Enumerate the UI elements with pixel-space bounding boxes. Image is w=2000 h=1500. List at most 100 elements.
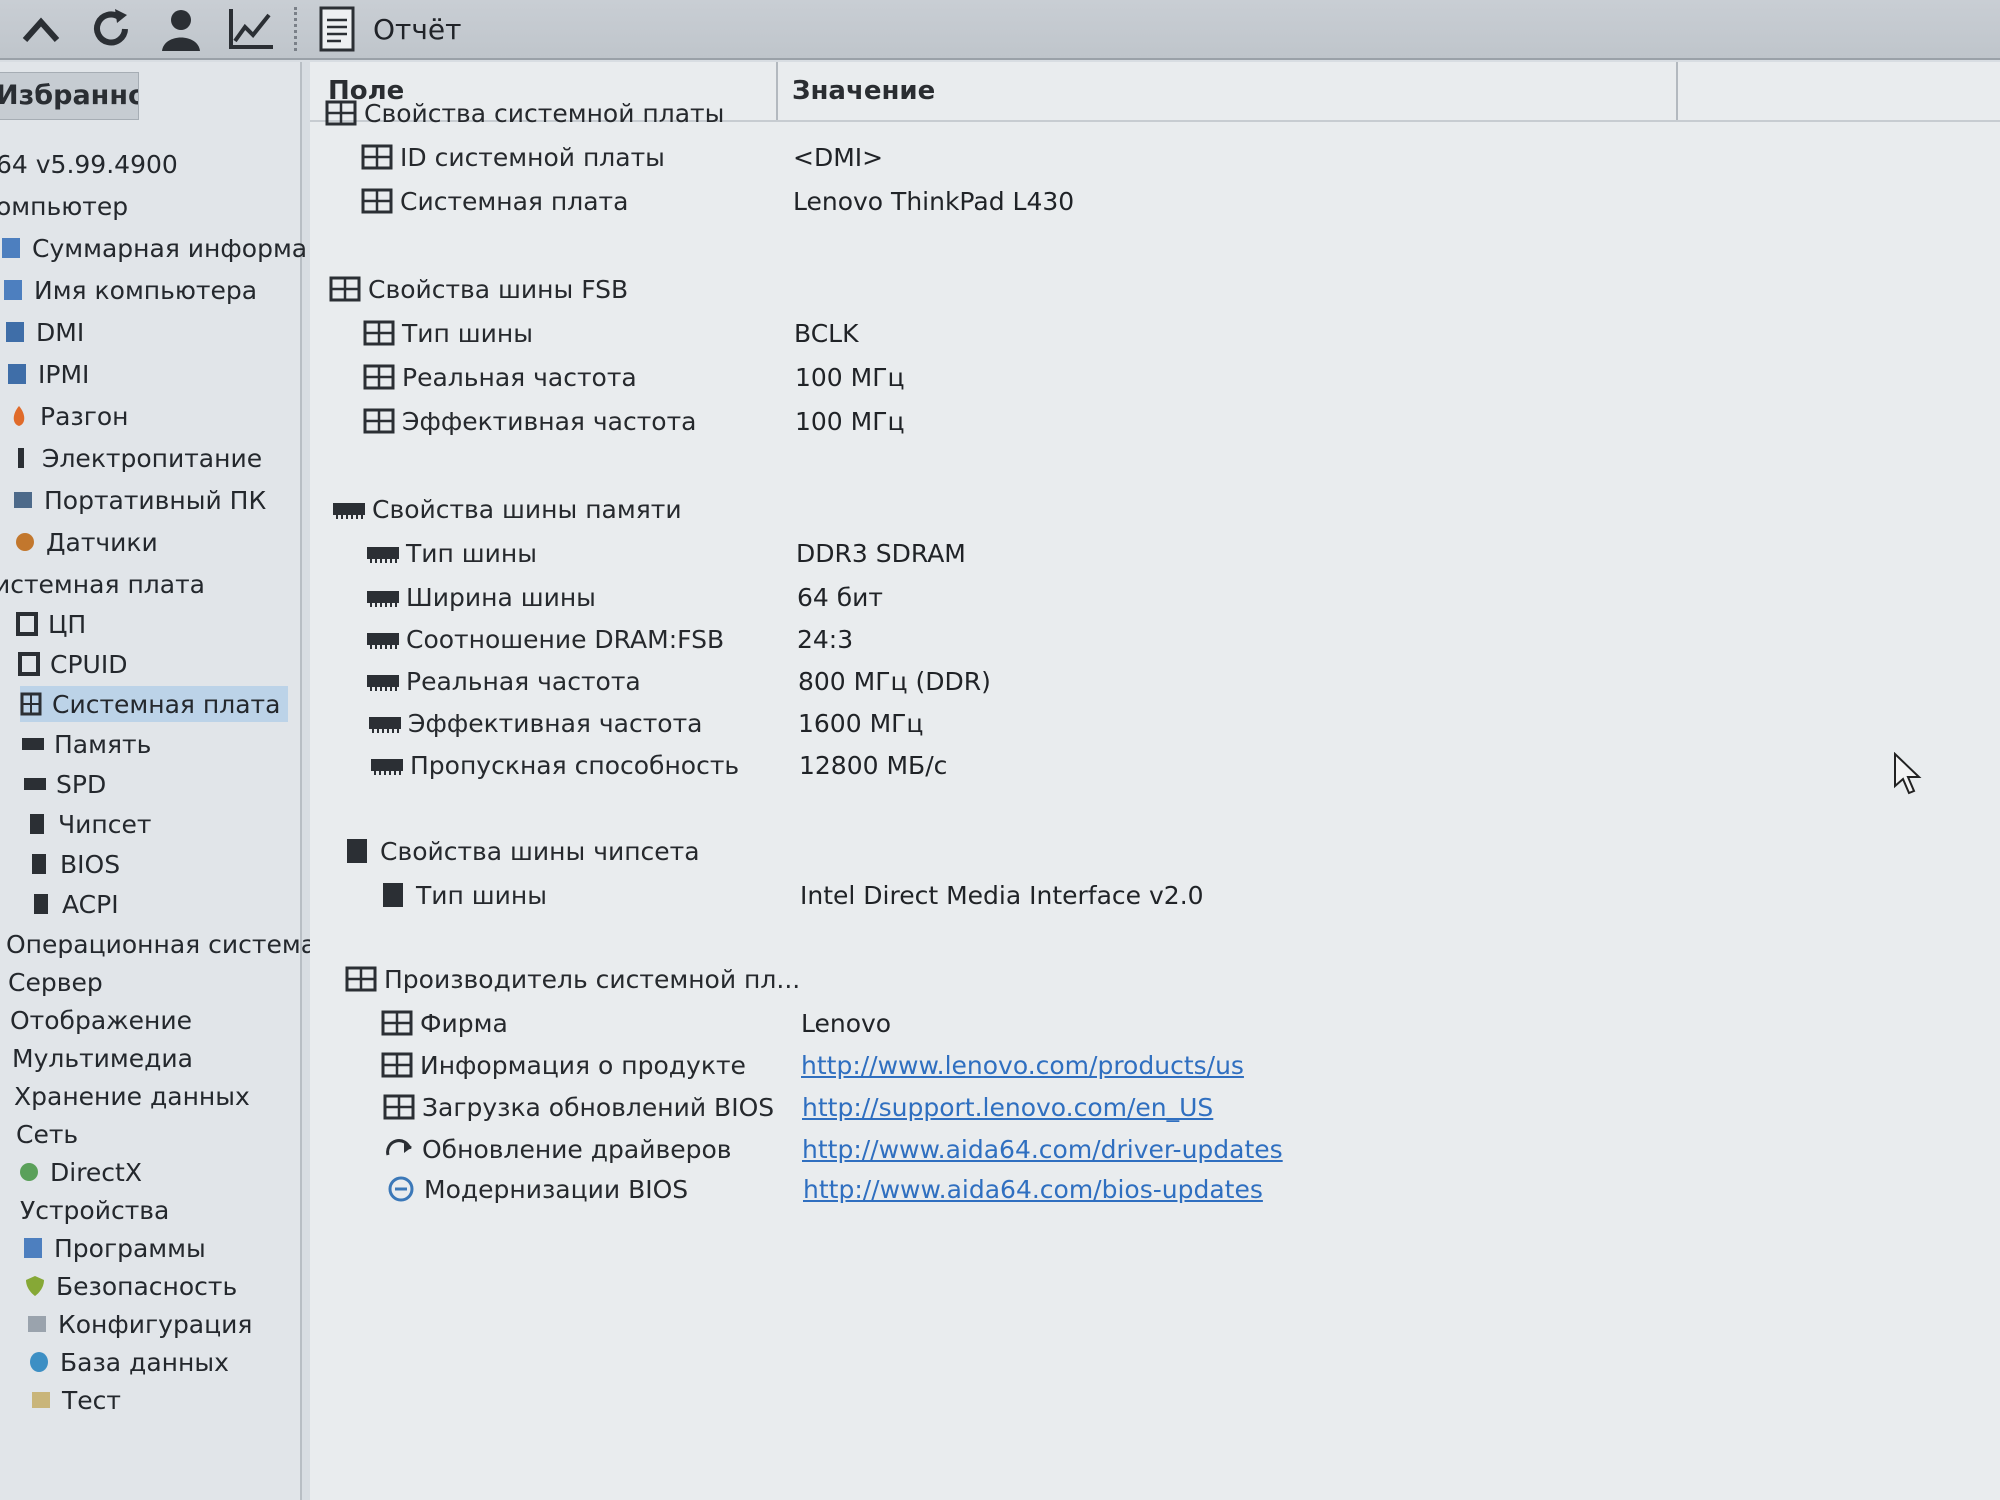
table-row[interactable]: Обновление драйверов	[382, 1130, 732, 1168]
sidebar-item[interactable]: Отображение	[10, 1002, 192, 1038]
value-link[interactable]: http://support.lenovo.com/en_US	[802, 1088, 1213, 1126]
table-row[interactable]: Реальная частота	[366, 662, 641, 700]
chart-icon	[229, 9, 273, 49]
memory-icon	[367, 633, 399, 649]
sidebar-item[interactable]: Сервер	[8, 964, 103, 1000]
table-row[interactable]: Эффективная частота	[368, 704, 702, 742]
sidebar-item-label: Память	[54, 729, 152, 759]
sidebar-item[interactable]: DirectX	[18, 1154, 142, 1190]
table-row[interactable]: ID системной платы	[360, 138, 665, 176]
up-button[interactable]	[12, 4, 70, 54]
sidebar-item[interactable]: омпьютер	[0, 188, 128, 224]
sidebar-item[interactable]: База данных	[28, 1344, 229, 1380]
report-label: Отчёт	[373, 12, 462, 46]
report-button[interactable]: Отчёт	[319, 6, 461, 52]
field-label: Свойства шины чипсета	[380, 836, 700, 866]
sidebar-item[interactable]: 64 v5.99.4900	[0, 146, 178, 182]
field-label: Пропускная способность	[410, 750, 740, 780]
sidebar-item[interactable]: Системная плата	[20, 686, 289, 722]
field-label: Соотношение DRAM:FSB	[406, 624, 725, 654]
table-row[interactable]: Эффективная частота	[362, 402, 696, 440]
table-group-row[interactable]: Производитель системной пл...	[344, 960, 800, 998]
sidebar-item[interactable]: Сеть	[16, 1116, 78, 1152]
sidebar-item-label: CPUID	[50, 649, 128, 679]
cpu-icon	[16, 612, 38, 636]
sidebar-item[interactable]: BIOS	[28, 846, 120, 882]
table-row[interactable]: Реальная частота	[362, 358, 637, 396]
sidebar-item[interactable]: Портативный ПК	[12, 482, 266, 518]
sidebar-item-label: Операционная система	[6, 929, 317, 959]
column-header-value[interactable]: Значение	[792, 62, 935, 120]
table-group-row[interactable]: Свойства системной платы	[324, 94, 724, 132]
chart-button[interactable]	[222, 4, 280, 54]
table-row[interactable]: Пропускная способность	[370, 746, 739, 784]
sidebar-item-label: База данных	[60, 1347, 229, 1377]
value-link[interactable]: http://www.aida64.com/driver-updates	[802, 1130, 1283, 1168]
sidebar-item[interactable]: Безопасность	[24, 1268, 237, 1304]
field-value: 24:3	[797, 624, 854, 654]
sidebar-item[interactable]: Датчики	[14, 524, 158, 560]
sidebar-item[interactable]: IPMI	[6, 356, 89, 392]
sidebar-item[interactable]: истемная плата	[0, 566, 205, 602]
memory-icon	[371, 759, 403, 775]
field-value: 100 МГц	[795, 362, 905, 392]
sidebar-item[interactable]: DMI	[4, 314, 84, 350]
plug-icon	[18, 448, 24, 468]
bios-update-icon	[388, 1176, 414, 1202]
refresh-button[interactable]	[82, 4, 140, 54]
value-link[interactable]: http://www.lenovo.com/products/us	[801, 1046, 1244, 1084]
table-row[interactable]: Информация о продукте	[380, 1046, 746, 1084]
sidebar-item-label: Сеть	[16, 1119, 79, 1149]
sidebar-item[interactable]: Устройства	[20, 1192, 169, 1228]
field-label: Системная плата	[400, 186, 629, 216]
table-group-row[interactable]: Свойства шины чипсета	[340, 832, 700, 870]
sidebar-item[interactable]: Мультимедиа	[12, 1040, 193, 1076]
database-icon	[30, 1352, 48, 1372]
sidebar: Избранное 64 v5.99.4900 омпьютер Суммарная…	[0, 62, 316, 1500]
sidebar-item[interactable]: Операционная система	[6, 926, 316, 962]
field-value: 100 МГц	[795, 406, 905, 436]
toolbar: Отчёт	[0, 0, 2000, 60]
table-group-row[interactable]: Свойства шины FSB	[328, 270, 628, 308]
table-row[interactable]: Загрузка обновлений BIOS	[382, 1088, 774, 1126]
mouse-cursor-icon	[1894, 752, 1922, 795]
sidebar-item[interactable]: ЦП	[16, 606, 86, 642]
sidebar-item[interactable]: ACPI	[30, 886, 119, 922]
sidebar-item-label: омпьютер	[0, 191, 129, 221]
sidebar-item[interactable]: SPD	[24, 766, 106, 802]
favorites-tab[interactable]: Избранное	[0, 72, 139, 120]
user-button[interactable]	[152, 4, 210, 54]
table-row[interactable]: Фирма	[380, 1004, 508, 1042]
table-row[interactable]: Тип шины	[366, 534, 537, 572]
motherboard-icon	[361, 188, 393, 214]
sidebar-item[interactable]: Тест	[30, 1382, 121, 1418]
chipset-icon	[383, 883, 403, 907]
field-label: Информация о продукте	[420, 1050, 746, 1080]
directx-icon	[20, 1163, 38, 1181]
sidebar-item[interactable]: Имя компьютера	[2, 272, 257, 308]
table-row[interactable]: Соотношение DRAM:FSB	[366, 620, 724, 658]
sidebar-item[interactable]: Суммарная информа	[0, 230, 307, 266]
table-row[interactable]: Тип шины	[376, 876, 547, 914]
sidebar-item-label: Системная плата	[52, 689, 281, 719]
table-row[interactable]: Системная плата	[360, 182, 628, 220]
table-row[interactable]: Модернизации BIOS	[384, 1170, 688, 1208]
table-row[interactable]: Тип шины	[362, 314, 533, 352]
sidebar-item[interactable]: Память	[22, 726, 151, 762]
table-row[interactable]: Ширина шины	[366, 578, 596, 616]
column-divider[interactable]	[776, 62, 778, 120]
sidebar-item[interactable]: Чипсет	[26, 806, 151, 842]
column-divider[interactable]	[1676, 62, 1678, 120]
table-group-row[interactable]: Свойства шины памяти	[332, 490, 682, 528]
sidebar-item[interactable]: Разгон	[8, 398, 128, 434]
sidebar-item-label: истемная плата	[0, 569, 205, 599]
field-label: Свойства системной платы	[364, 98, 725, 128]
value-link[interactable]: http://www.aida64.com/bios-updates	[803, 1170, 1263, 1208]
sidebar-item[interactable]: Хранение данных	[14, 1078, 250, 1114]
sidebar-item[interactable]: Программы	[22, 1230, 206, 1266]
sidebar-item[interactable]: Электропитание	[10, 440, 262, 476]
sidebar-item[interactable]: Конфигурация	[26, 1306, 252, 1342]
sidebar-item[interactable]: CPUID	[18, 646, 127, 682]
user-icon	[162, 10, 200, 51]
shield-icon	[26, 1276, 44, 1296]
